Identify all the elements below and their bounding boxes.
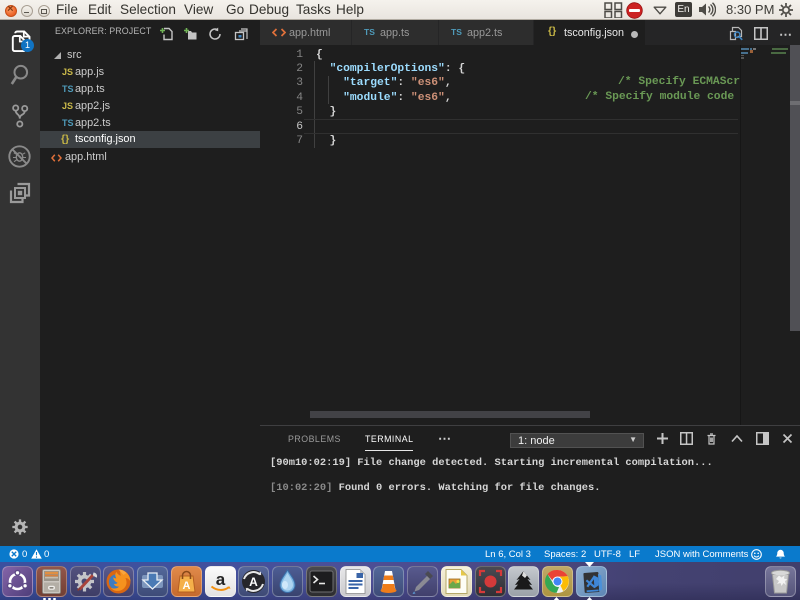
svg-text:A: A: [249, 575, 258, 589]
svg-text:a: a: [215, 570, 225, 589]
svg-text:A: A: [182, 580, 190, 592]
